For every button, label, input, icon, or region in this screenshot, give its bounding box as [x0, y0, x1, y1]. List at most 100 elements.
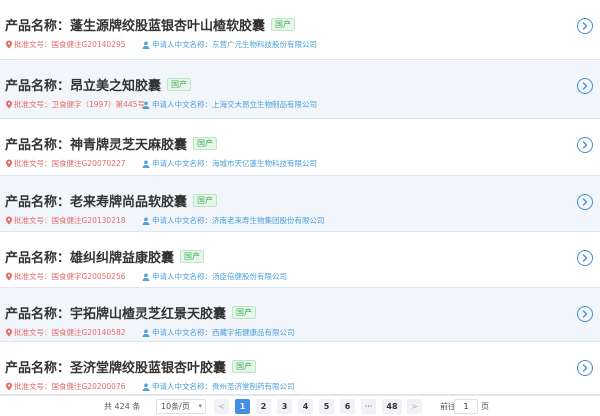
- product-meta: 批准文号： 国食健注G20140582 申请人中文名称： 西藏宇拓健康品有限公司: [5, 327, 295, 338]
- product-meta: 批准文号： 国食健注G20200076 申请人中文名称： 贵州圣济堂制药有限公司: [5, 381, 295, 392]
- product-name[interactable]: 蓬生源牌绞股蓝银杏叶山楂软胶囊: [70, 15, 265, 34]
- person-icon: [142, 273, 150, 281]
- prev-page-button[interactable]: <: [214, 399, 229, 414]
- applicant-value: 济南老来寿生物集团股份有限公司: [212, 216, 325, 225]
- approval-prefix: 批准文号：: [14, 272, 52, 281]
- applicant-name: 申请人中文名称： 贵州圣济堂制药有限公司: [142, 381, 295, 392]
- origin-tag: 国产: [232, 359, 257, 373]
- product-row[interactable]: 产品名称： 昂立美之知胶囊 国产批准文号： 卫食健字（1997）第445号 申请人中文名…: [0, 60, 600, 119]
- pagination-total: 共 424 条: [104, 402, 141, 411]
- person-icon: [142, 383, 150, 391]
- approval-number: 批准文号： 国食健注G20200076: [5, 381, 142, 392]
- product-row[interactable]: 产品名称： 老来寿牌尚品软胶囊 国产 批准文号： 国食健注G20130218 申请人中文名…: [0, 176, 600, 232]
- approval-number: 批准文号： 卫食健字（1997）第445号: [5, 99, 145, 110]
- product-name[interactable]: 圣济堂牌绞股蓝银杏叶胶囊: [70, 357, 226, 376]
- product-name-prefix: 产品名称：: [5, 360, 71, 376]
- approval-number: 批准文号： 国食健注G20140582: [5, 327, 142, 338]
- approval-value: 国食健注G20140295: [51, 40, 126, 49]
- origin-tag: 国产: [167, 77, 192, 91]
- product-name[interactable]: 神青牌灵芝天麻胶囊: [70, 134, 187, 153]
- product-title: 产品名称： 昂立美之知胶囊 国产: [5, 75, 192, 94]
- product-meta: 批准文号： 国食健字G20050256 申请人中文名称： 汤臣倍健股份有限公司: [5, 271, 287, 282]
- page-size-select[interactable]: 10条/页 ▾: [156, 399, 206, 414]
- applicant-prefix: 申请人中文名称：: [152, 382, 212, 391]
- page-button-6[interactable]: 6: [340, 399, 355, 414]
- next-page-button[interactable]: >: [407, 399, 422, 414]
- chevron-right-circle-icon[interactable]: [577, 360, 593, 376]
- chevron-right-circle-icon[interactable]: [577, 306, 593, 322]
- page-button-1[interactable]: 1: [235, 399, 250, 414]
- approval-value: 国食健注G20140582: [51, 328, 126, 337]
- approval-number: 批准文号： 国食健注G20140295: [5, 39, 142, 50]
- applicant-name: 申请人中文名称： 西藏宇拓健康品有限公司: [142, 327, 295, 338]
- product-title: 产品名称： 老来寿牌尚品软胶囊 国产: [5, 191, 218, 210]
- product-row[interactable]: 产品名称： 圣济堂牌绞股蓝银杏叶胶囊 国产 批准文号： 国食健注G20200076 申请人…: [0, 342, 600, 395]
- origin-tag: 国产: [232, 305, 257, 319]
- page-ellipsis[interactable]: ···: [361, 399, 376, 414]
- product-row[interactable]: 产品名称： 雄纠纠牌益康胶囊 国产批准文号： 国食健字G20050256 申请人中文名称…: [0, 232, 600, 288]
- approval-value: 国食健注G20130218: [51, 216, 126, 225]
- product-row[interactable]: 产品名称： 神青牌灵芝天麻胶囊 国产 批准文号： 国食健注G20070227 申请人中文名…: [0, 119, 600, 176]
- approval-prefix: 批准文号：: [14, 382, 52, 391]
- applicant-prefix: 申请人中文名称：: [152, 328, 212, 337]
- product-title: 产品名称： 圣济堂牌绞股蓝银杏叶胶囊 国产: [5, 357, 257, 376]
- applicant-value: 东营广元生物科技股份有限公司: [212, 40, 317, 49]
- product-row[interactable]: 产品名称： 宇拓牌山楂灵芝红景天胶囊 国产 批准文号： 国食健注G20140582 申请人…: [0, 288, 600, 342]
- goto-page-input[interactable]: 1: [454, 399, 478, 414]
- person-icon: [142, 329, 150, 337]
- applicant-prefix: 申请人中文名称：: [152, 159, 212, 168]
- page-button-2[interactable]: 2: [256, 399, 271, 414]
- applicant-value: 贵州圣济堂制药有限公司: [212, 382, 295, 391]
- product-meta: 批准文号： 国食健注G20070227 申请人中文名称： 海城市天亿蓬生物科技有限公司: [5, 158, 317, 169]
- location-pin-icon: [5, 216, 13, 225]
- chevron-right-circle-icon[interactable]: [577, 18, 593, 34]
- approval-prefix: 批准文号：: [14, 216, 52, 225]
- product-name[interactable]: 老来寿牌尚品软胶囊: [70, 191, 187, 210]
- chevron-down-icon: ▾: [198, 402, 202, 410]
- product-meta: 批准文号： 卫食健字（1997）第445号 申请人中文名称： 上海交大昂立生物制品有限…: [5, 99, 317, 110]
- origin-tag: 国产: [193, 136, 218, 150]
- page-button-48[interactable]: 48: [382, 399, 402, 414]
- origin-tag: 国产: [180, 249, 205, 263]
- person-icon: [142, 160, 150, 168]
- applicant-name: 申请人中文名称： 上海交大昂立生物制品有限公司: [142, 99, 317, 110]
- chevron-right-circle-icon[interactable]: [577, 78, 593, 94]
- approval-number: 批准文号： 国食健注G20070227: [5, 158, 142, 169]
- chevron-right-circle-icon[interactable]: [577, 137, 593, 153]
- applicant-value: 汤臣倍健股份有限公司: [212, 272, 287, 281]
- applicant-name: 申请人中文名称： 汤臣倍健股份有限公司: [142, 271, 287, 282]
- approval-prefix: 批准文号：: [14, 100, 52, 109]
- product-title: 产品名称： 蓬生源牌绞股蓝银杏叶山楂软胶囊 国产: [5, 15, 296, 34]
- product-name-prefix: 产品名称：: [5, 78, 71, 94]
- approval-value: 国食健字G20050256: [51, 272, 126, 281]
- pagination: 共 424 条 10条/页 ▾ < 1 2 3 4 5 6 ··· 48 > 前…: [0, 395, 600, 416]
- approval-prefix: 批准文号：: [14, 159, 52, 168]
- product-row[interactable]: 产品名称： 蓬生源牌绞股蓝银杏叶山楂软胶囊 国产批准文号： 国食健注G20140295…: [0, 0, 600, 60]
- chevron-right-circle-icon[interactable]: [577, 250, 593, 266]
- page-button-5[interactable]: 5: [319, 399, 334, 414]
- page-button-4[interactable]: 4: [298, 399, 313, 414]
- chevron-right-circle-icon[interactable]: [577, 194, 593, 210]
- approval-number: 批准文号： 国食健注G20130218: [5, 215, 142, 226]
- approval-prefix: 批准文号：: [14, 328, 52, 337]
- product-name[interactable]: 雄纠纠牌益康胶囊: [70, 247, 174, 266]
- page-button-3[interactable]: 3: [277, 399, 292, 414]
- product-title: 产品名称： 雄纠纠牌益康胶囊 国产: [5, 247, 205, 266]
- origin-tag: 国产: [271, 17, 296, 31]
- product-name[interactable]: 昂立美之知胶囊: [70, 75, 161, 94]
- approval-value: 卫食健字（1997）第445号: [51, 100, 145, 109]
- applicant-name: 申请人中文名称： 济南老来寿生物集团股份有限公司: [142, 215, 325, 226]
- product-list: 产品名称： 蓬生源牌绞股蓝银杏叶山楂软胶囊 国产 批准文号： 国食健注G20140295…: [0, 0, 600, 395]
- person-icon: [142, 101, 150, 109]
- product-title: 产品名称： 宇拓牌山楂灵芝红景天胶囊 国产: [5, 303, 257, 322]
- page-unit-label: 页: [481, 402, 489, 411]
- product-name[interactable]: 宇拓牌山楂灵芝红景天胶囊: [70, 303, 226, 322]
- approval-value: 国食健注G20200076: [51, 382, 126, 391]
- location-pin-icon: [5, 328, 13, 337]
- page-size-value: 10条/页: [161, 402, 190, 411]
- origin-tag: 国产: [193, 193, 218, 207]
- product-name-prefix: 产品名称：: [5, 194, 71, 210]
- location-pin-icon: [5, 159, 13, 168]
- location-pin-icon: [5, 40, 13, 49]
- person-icon: [142, 217, 150, 225]
